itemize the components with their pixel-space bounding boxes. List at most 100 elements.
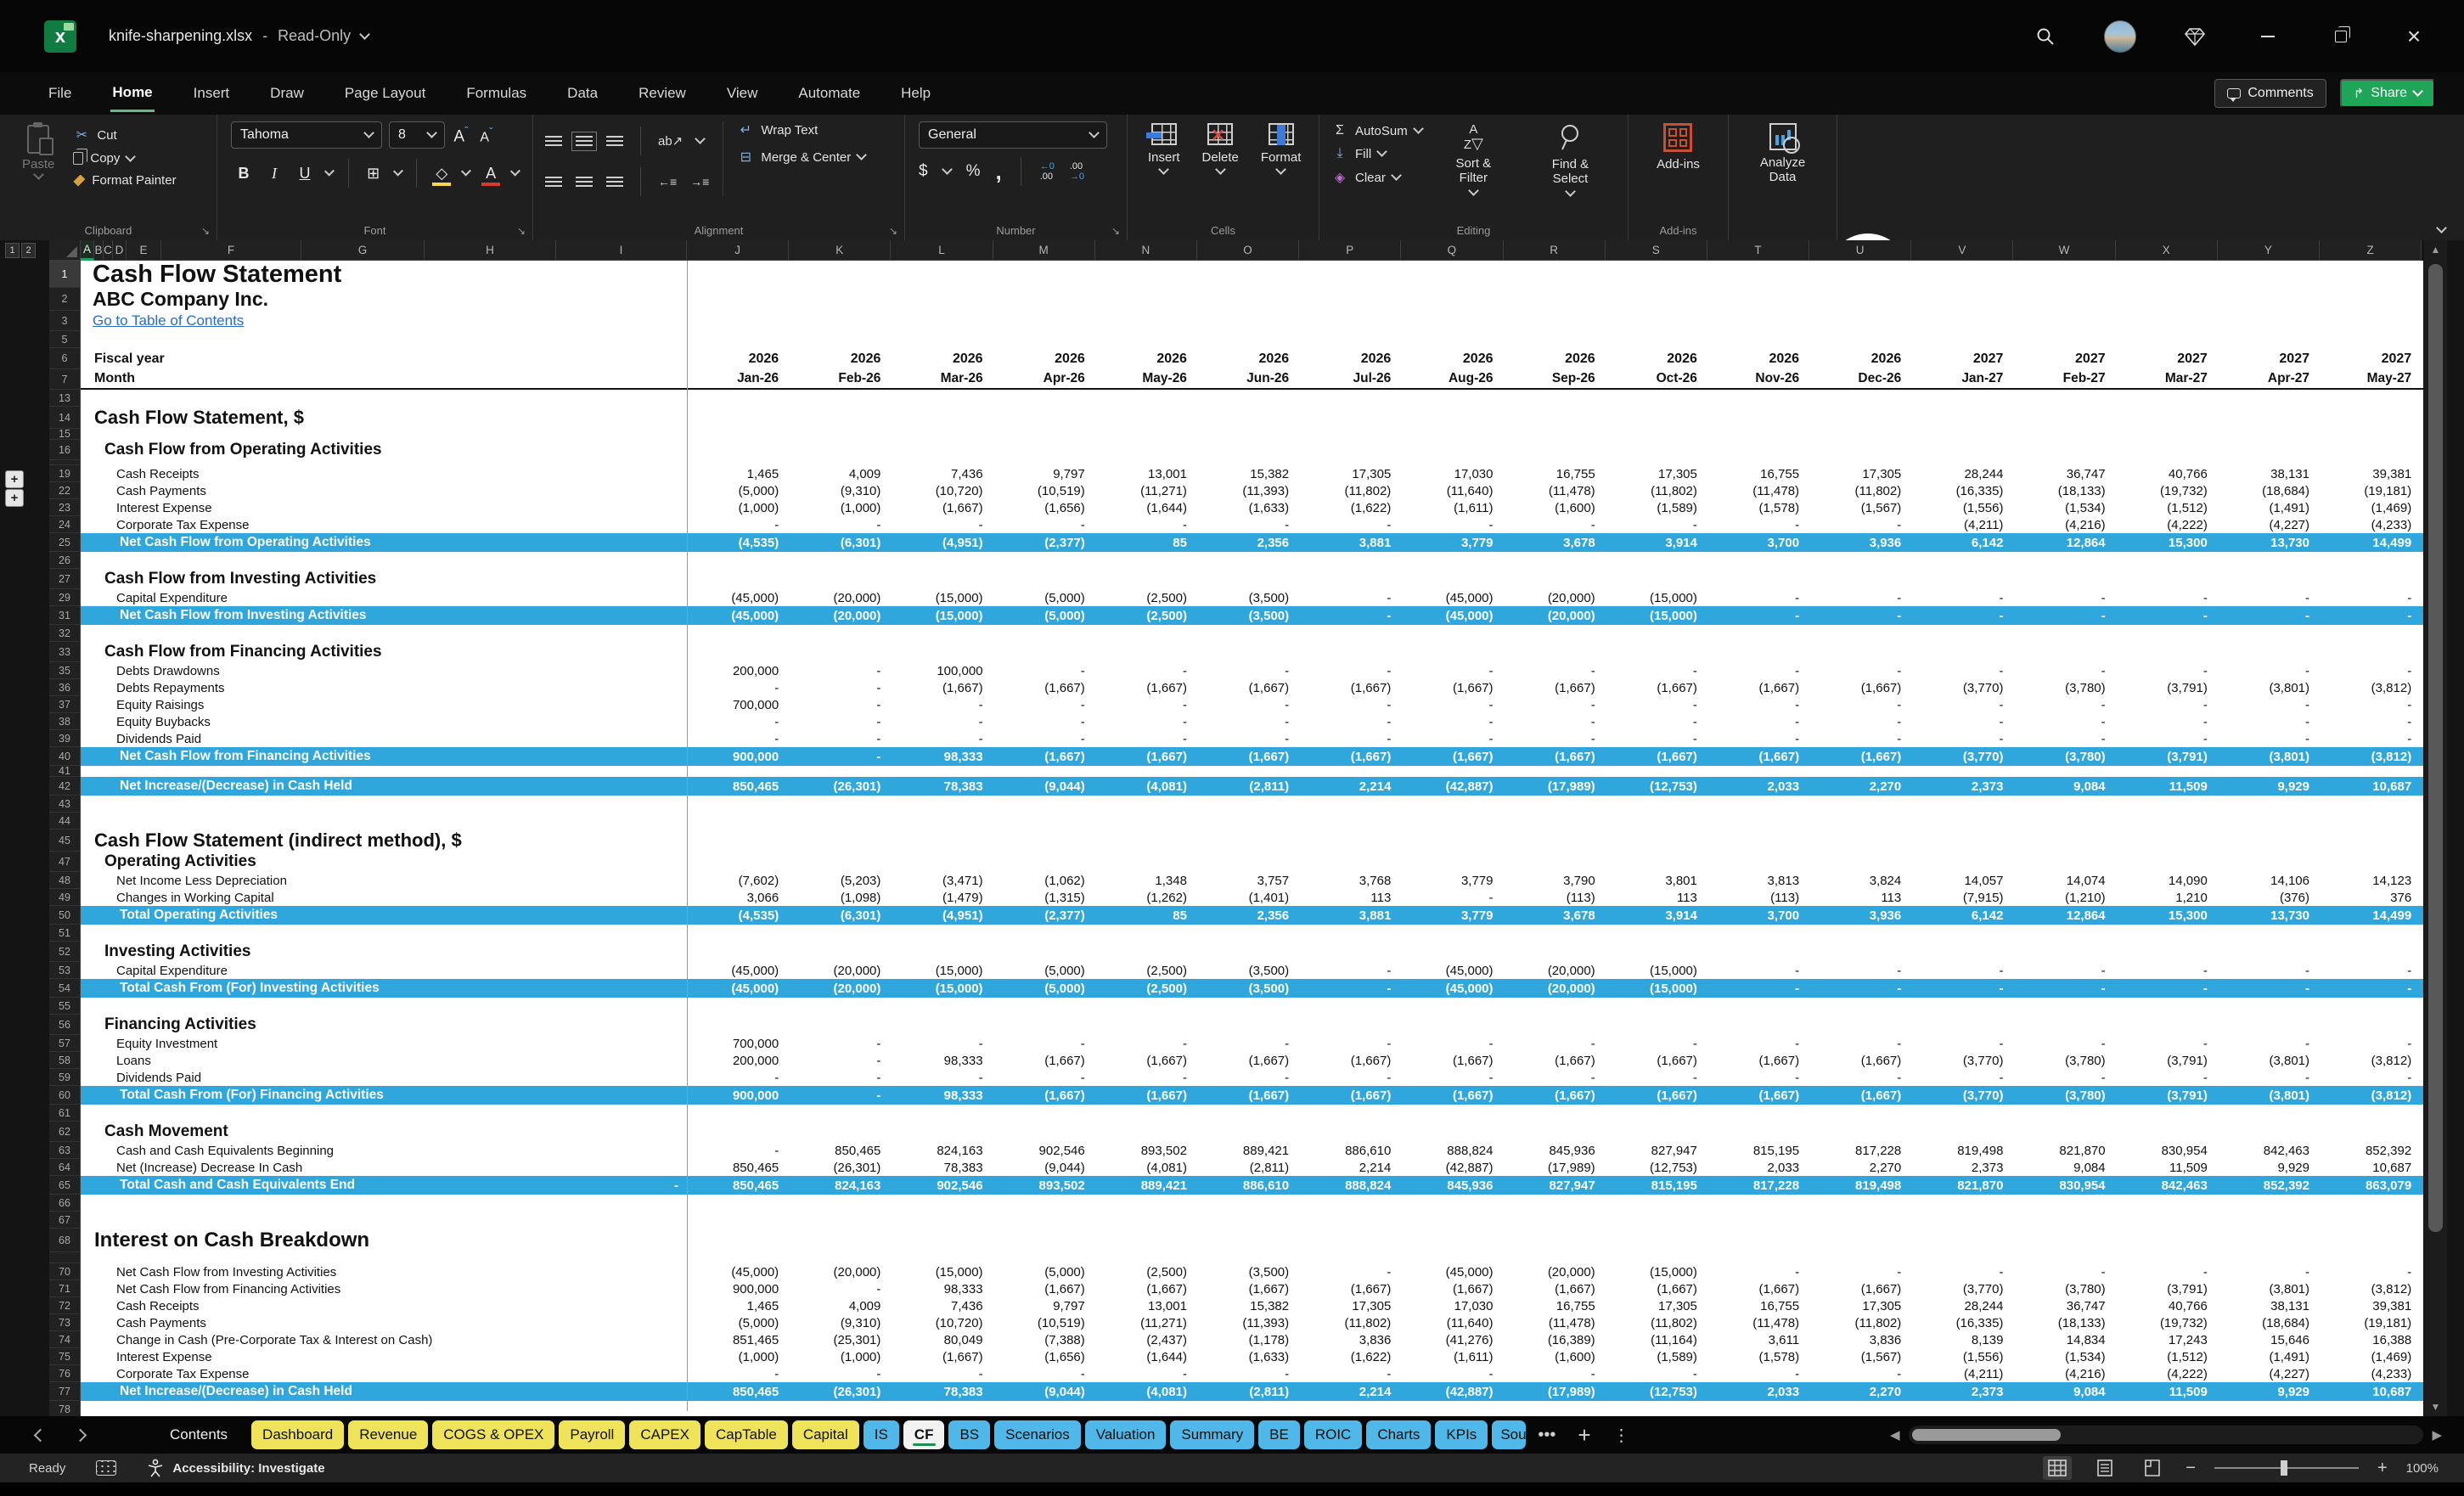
- cell-value[interactable]: 16,755: [1504, 465, 1606, 482]
- cell-value[interactable]: -: [1504, 1069, 1606, 1086]
- cell-value[interactable]: 851,465: [687, 1331, 789, 1348]
- font-dialog-launcher[interactable]: ↘: [517, 225, 526, 237]
- cell-value[interactable]: -: [1911, 696, 2013, 713]
- cell-value[interactable]: (1,567): [1809, 499, 1911, 516]
- cell-value[interactable]: 7,436: [891, 465, 993, 482]
- column-header-P[interactable]: P: [1299, 240, 1401, 261]
- cell-value[interactable]: 9,929: [2218, 1159, 2320, 1176]
- cell-value[interactable]: 200,000: [687, 662, 789, 679]
- cell-value[interactable]: 2027: [2116, 348, 2218, 369]
- cell-value[interactable]: 819,498: [1911, 1142, 2013, 1159]
- cell-value[interactable]: (15,000): [1606, 606, 1707, 625]
- cell-value[interactable]: (1,667): [1707, 1086, 1809, 1105]
- cell-value[interactable]: -: [1504, 696, 1606, 713]
- cell-value[interactable]: -: [687, 516, 789, 533]
- cell-value[interactable]: 113: [1809, 889, 1911, 906]
- cell-value[interactable]: -: [2013, 606, 2115, 625]
- cell-value[interactable]: (3,780): [2013, 1052, 2115, 1069]
- cell-value[interactable]: -: [1401, 696, 1503, 713]
- cell-value[interactable]: (1,667): [1095, 679, 1197, 696]
- cell-value[interactable]: -: [1911, 1035, 2013, 1052]
- cell-value[interactable]: -: [993, 516, 1095, 533]
- cell-value[interactable]: -: [789, 516, 891, 533]
- cell-value[interactable]: (15,000): [1606, 1263, 1707, 1280]
- column-header-O[interactable]: O: [1197, 240, 1299, 261]
- cell-value[interactable]: (1,062): [993, 872, 1095, 889]
- cell-value[interactable]: 842,463: [2116, 1176, 2218, 1195]
- cell-value[interactable]: 12,864: [2013, 533, 2115, 552]
- cell-value[interactable]: -: [2013, 589, 2115, 606]
- cell-value[interactable]: 9,084: [2013, 777, 2115, 796]
- cell-value[interactable]: (1,469): [2320, 1348, 2422, 1365]
- cell-value[interactable]: (4,216): [2013, 516, 2115, 533]
- ribbon-tab-home[interactable]: Home: [110, 76, 154, 112]
- sheet-tab-summary[interactable]: Summary: [1170, 1420, 1254, 1449]
- cell-value[interactable]: -: [2013, 713, 2115, 730]
- cell-value[interactable]: (1,667): [993, 1280, 1095, 1297]
- cell-value[interactable]: (1,589): [1606, 1348, 1707, 1365]
- cell-value[interactable]: Oct-26: [1606, 369, 1707, 388]
- cell-value[interactable]: (1,667): [1809, 747, 1911, 766]
- cell-value[interactable]: (2,811): [1197, 1382, 1299, 1401]
- display-settings-icon[interactable]: [96, 1460, 116, 1476]
- minimize-button[interactable]: [2253, 22, 2282, 51]
- cell-value[interactable]: (11,802): [1809, 1314, 1911, 1331]
- cell-value[interactable]: 13,001: [1095, 1297, 1197, 1314]
- cell-value[interactable]: (1,667): [1197, 1086, 1299, 1105]
- cell-value[interactable]: 700,000: [687, 696, 789, 713]
- cell-value[interactable]: (4,211): [1911, 1365, 2013, 1382]
- cell-value[interactable]: -: [789, 730, 891, 747]
- cell-value[interactable]: (15,000): [891, 1263, 993, 1280]
- cell-value[interactable]: -: [2218, 1263, 2320, 1280]
- cell-value[interactable]: (3,780): [2013, 679, 2115, 696]
- cell-value[interactable]: 3,881: [1299, 906, 1401, 925]
- vertical-scroll-thumb[interactable]: [2428, 264, 2443, 1232]
- decrease-decimal-button[interactable]: .00→0: [1070, 161, 1084, 182]
- cell-value[interactable]: (12,753): [1606, 1382, 1707, 1401]
- cell-value[interactable]: 888,824: [1299, 1176, 1401, 1195]
- cell-value[interactable]: (3,791): [2116, 747, 2218, 766]
- zoom-slider-thumb[interactable]: [2281, 1460, 2287, 1476]
- cell-value[interactable]: -: [1401, 1365, 1503, 1382]
- cell-value[interactable]: 889,421: [1095, 1176, 1197, 1195]
- cell-value[interactable]: (1,644): [1095, 1348, 1197, 1365]
- cell-value[interactable]: 886,610: [1197, 1176, 1299, 1195]
- ribbon-tab-review[interactable]: Review: [637, 76, 688, 110]
- zoom-in-button[interactable]: +: [2377, 1459, 2388, 1478]
- cell-value[interactable]: 2,214: [1299, 1159, 1401, 1176]
- cell-value[interactable]: (3,791): [2116, 1086, 2218, 1105]
- find-select-button[interactable]: Find & Select: [1525, 121, 1616, 197]
- font-family-select[interactable]: Tahoma: [231, 121, 382, 149]
- cell-value[interactable]: Jan-27: [1911, 369, 2013, 388]
- cell-value[interactable]: 9,084: [2013, 1159, 2115, 1176]
- cell-value[interactable]: -: [1809, 730, 1911, 747]
- cell-value[interactable]: (20,000): [1504, 589, 1606, 606]
- cell-value[interactable]: 14,106: [2218, 872, 2320, 889]
- align-right-button[interactable]: [606, 177, 623, 188]
- sheet-options-button[interactable]: ⋮: [1613, 1425, 1630, 1446]
- cell-value[interactable]: -: [2116, 962, 2218, 979]
- cell-value[interactable]: -: [2116, 662, 2218, 679]
- cell-value[interactable]: (9,044): [993, 1159, 1095, 1176]
- cell-value[interactable]: (1,000): [789, 499, 891, 516]
- cell-value[interactable]: (4,227): [2218, 1365, 2320, 1382]
- cell-value[interactable]: (20,000): [789, 606, 891, 625]
- cell-value[interactable]: -: [1707, 589, 1809, 606]
- cell-value[interactable]: -: [1299, 662, 1401, 679]
- cell-value[interactable]: 3,757: [1197, 872, 1299, 889]
- increase-decimal-button[interactable]: ←0.00: [1040, 161, 1055, 182]
- cell-value[interactable]: -: [1911, 962, 2013, 979]
- cell-value[interactable]: 17,030: [1401, 1297, 1503, 1314]
- cell-value[interactable]: 78,383: [891, 777, 993, 796]
- cell-value[interactable]: -: [1401, 516, 1503, 533]
- font-color-chevron-icon[interactable]: [510, 166, 520, 177]
- zoom-slider[interactable]: [2214, 1467, 2359, 1469]
- addins-button[interactable]: Add-ins: [1648, 121, 1708, 173]
- cell-value[interactable]: Mar-27: [2116, 369, 2218, 388]
- cell-value[interactable]: (1,667): [1504, 747, 1606, 766]
- cell-value[interactable]: -: [2320, 606, 2422, 625]
- cell-value[interactable]: -: [1911, 589, 2013, 606]
- cell-value[interactable]: -: [2320, 1069, 2422, 1086]
- cell-value[interactable]: -: [2320, 1263, 2422, 1280]
- cell-value[interactable]: -: [1504, 713, 1606, 730]
